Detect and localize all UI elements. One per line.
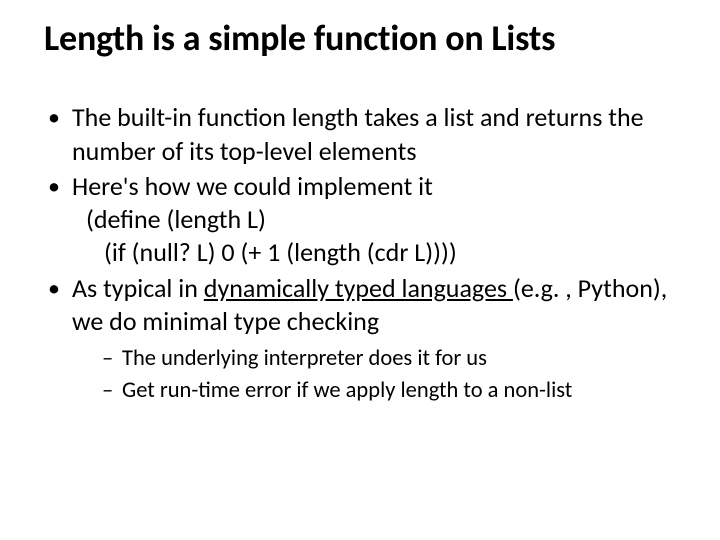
bullet-item: • As typical in dynamically typed langua…: [44, 272, 676, 405]
bullet-item: • Here's how we could implement it (defi…: [44, 170, 676, 270]
bullet-item: • The built-in function length takes a l…: [44, 101, 676, 168]
sub-bullet-item: – Get run-time error if we apply length …: [102, 376, 676, 405]
sub-bullet-text: Get run-time error if we apply length to…: [122, 377, 572, 404]
sub-bullet-list: – The underlying interpreter does it for…: [72, 344, 676, 405]
code-line: (define (length L): [72, 203, 676, 236]
bullet-text: Here's how we could implement it: [72, 170, 433, 202]
sub-bullet-text: The underlying interpreter does it for u…: [122, 345, 487, 372]
bullet-list: • The built-in function length takes a l…: [44, 101, 676, 404]
bullet-text: The built-in function length takes a lis…: [72, 101, 644, 166]
code-line: (if (null? L) 0 (+ 1 (length (cdr L)))): [72, 236, 676, 269]
slide-title: Length is a simple function on Lists: [44, 18, 676, 59]
bullet-icon: •: [48, 101, 60, 134]
sub-bullet-item: – The underlying interpreter does it for…: [102, 344, 676, 373]
bullet-text-prefix: As typical in: [72, 272, 204, 304]
dash-icon: –: [102, 376, 113, 405]
dash-icon: –: [102, 344, 113, 373]
bullet-icon: •: [48, 272, 60, 305]
bullet-icon: •: [48, 170, 60, 203]
link-text[interactable]: dynamically typed languages: [204, 272, 513, 304]
